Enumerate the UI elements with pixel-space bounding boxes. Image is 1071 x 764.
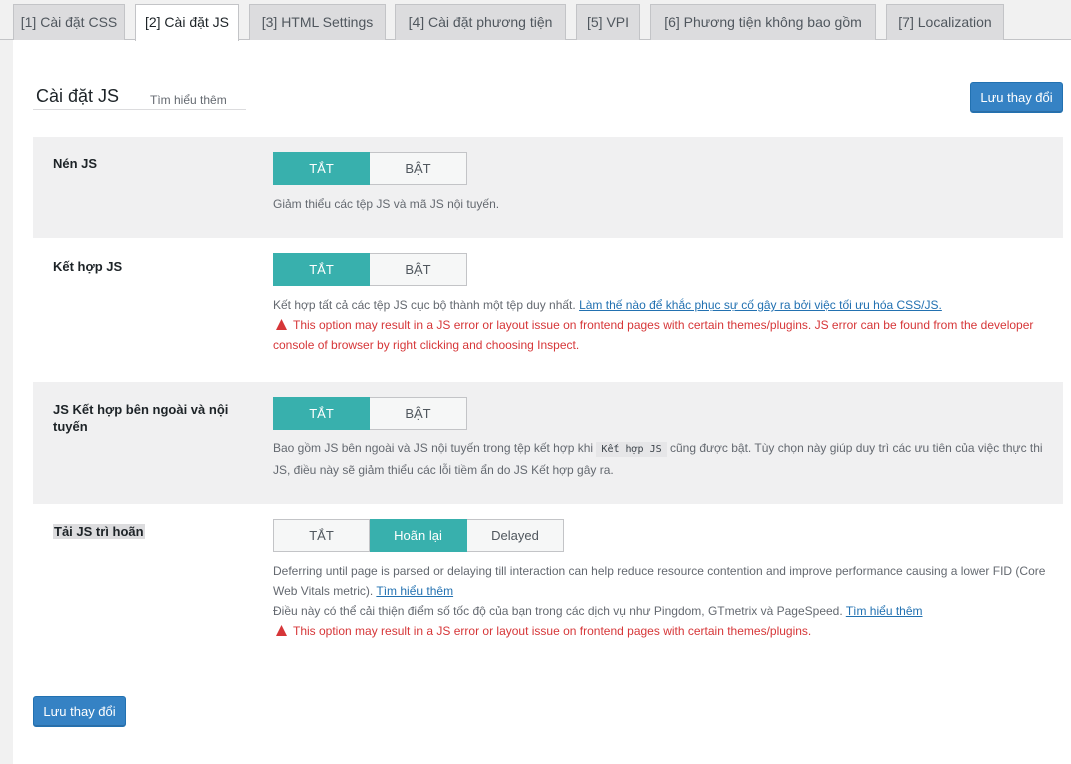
tab-html-settings[interactable]: [3] HTML Settings (249, 4, 386, 40)
combine-external-inline-on-option[interactable]: BẬT (370, 397, 467, 430)
setting-row-combine-external-inline: JS Kết hợp bên ngoài và nội tuyến TẮT BẬ… (33, 382, 1063, 504)
combine-external-inline-description: Bao gồm JS bên ngoài và JS nội tuyến tro… (273, 438, 1058, 480)
deferred-js-off-option[interactable]: TẮT (273, 519, 370, 552)
settings-tabs: [1] Cài đặt CSS [2] Cài đặt JS [3] HTML … (0, 0, 1071, 41)
combine-js-description: Kết hợp tất cả các tệp JS cục bộ thành m… (273, 295, 1058, 355)
combine-js-warning-text: This option may result in a JS error or … (273, 318, 1034, 352)
deferred-learn-more-link-1[interactable]: Tìm hiểu thêm (376, 584, 453, 598)
combine-external-inline-desc-before: Bao gồm JS bên ngoài và JS nội tuyến tro… (273, 441, 594, 455)
deferred-js-toggle: TẮT Hoãn lại Delayed (273, 519, 564, 552)
css-js-troubleshoot-link[interactable]: Làm thế nào để khắc phục sự cố gây ra bở… (579, 298, 942, 312)
setting-label-combine-js: Kết hợp JS (53, 259, 123, 274)
save-button-bottom[interactable]: Lưu thay đổi (33, 696, 126, 727)
combine-js-toggle: TẮT BẬT (273, 253, 467, 286)
tab-css-settings[interactable]: [1] Cài đặt CSS (13, 4, 125, 40)
setting-label-minify-js: Nén JS (53, 156, 98, 171)
minify-js-toggle: TẮT BẬT (273, 152, 467, 185)
combine-js-code-label: Kết hợp JS (596, 442, 667, 457)
combine-external-inline-toggle: TẮT BẬT (273, 397, 467, 430)
combine-js-off-option[interactable]: TẮT (273, 253, 370, 286)
setting-label-deferred-js: Tải JS trì hoãn (53, 523, 145, 540)
deferred-js-description: Deferring until page is parsed or delayi… (273, 561, 1058, 641)
tab-localization[interactable]: [7] Localization (886, 4, 1004, 40)
deferred-learn-more-link-2[interactable]: Tìm hiểu thêm (846, 604, 923, 618)
minify-js-description: Giảm thiểu các tệp JS và mã JS nội tuyến… (273, 197, 500, 211)
combine-js-on-option[interactable]: BẬT (370, 253, 467, 286)
tab-vpi[interactable]: [5] VPI (576, 4, 640, 40)
combine-js-description-text: Kết hợp tất cả các tệp JS cục bộ thành m… (273, 298, 576, 312)
deferred-js-desc2: Điều này có thể cải thiện điểm số tốc độ… (273, 604, 843, 618)
deferred-js-defer-option[interactable]: Hoãn lại (370, 519, 467, 552)
deferred-js-delayed-option[interactable]: Delayed (467, 519, 564, 552)
page-title: Cài đặt JS (36, 86, 120, 106)
save-button-top[interactable]: Lưu thay đổi (970, 82, 1063, 113)
setting-label-deferred-js-text: Tải JS trì hoãn (53, 524, 145, 539)
deferred-js-warning: This option may result in a JS error or … (273, 624, 811, 638)
tab-js-settings[interactable]: [2] Cài đặt JS (135, 4, 239, 41)
minify-js-on-option[interactable]: BẬT (370, 152, 467, 185)
settings-panel: Cài đặt JS Tìm hiểu thêm Lưu thay đổi Né… (13, 40, 1071, 764)
setting-label-combine-external-inline: JS Kết hợp bên ngoài và nội tuyến (53, 402, 229, 434)
combine-external-inline-off-option[interactable]: TẮT (273, 397, 370, 430)
warning-icon (276, 319, 287, 330)
warning-icon (276, 625, 287, 636)
setting-row-minify-js: Nén JS TẮT BẬT Giảm thiểu các tệp JS và … (33, 137, 1063, 238)
combine-js-warning: This option may result in a JS error or … (273, 318, 1033, 352)
setting-row-deferred-js: Tải JS trì hoãn TẮT Hoãn lại Delayed Def… (33, 504, 1063, 654)
minify-js-off-option[interactable]: TẮT (273, 152, 370, 185)
learn-more-link[interactable]: Tìm hiểu thêm (150, 93, 227, 107)
page-header: Cài đặt JS Tìm hiểu thêm (33, 82, 246, 110)
tab-media-settings[interactable]: [4] Cài đặt phương tiện (395, 4, 566, 40)
deferred-js-warning-text: This option may result in a JS error or … (293, 624, 812, 638)
tab-media-exclusions[interactable]: [6] Phương tiện không bao gồm (650, 4, 876, 40)
setting-row-combine-js: Kết hợp JS TẮT BẬT Kết hợp tất cả các tệ… (33, 238, 1063, 382)
